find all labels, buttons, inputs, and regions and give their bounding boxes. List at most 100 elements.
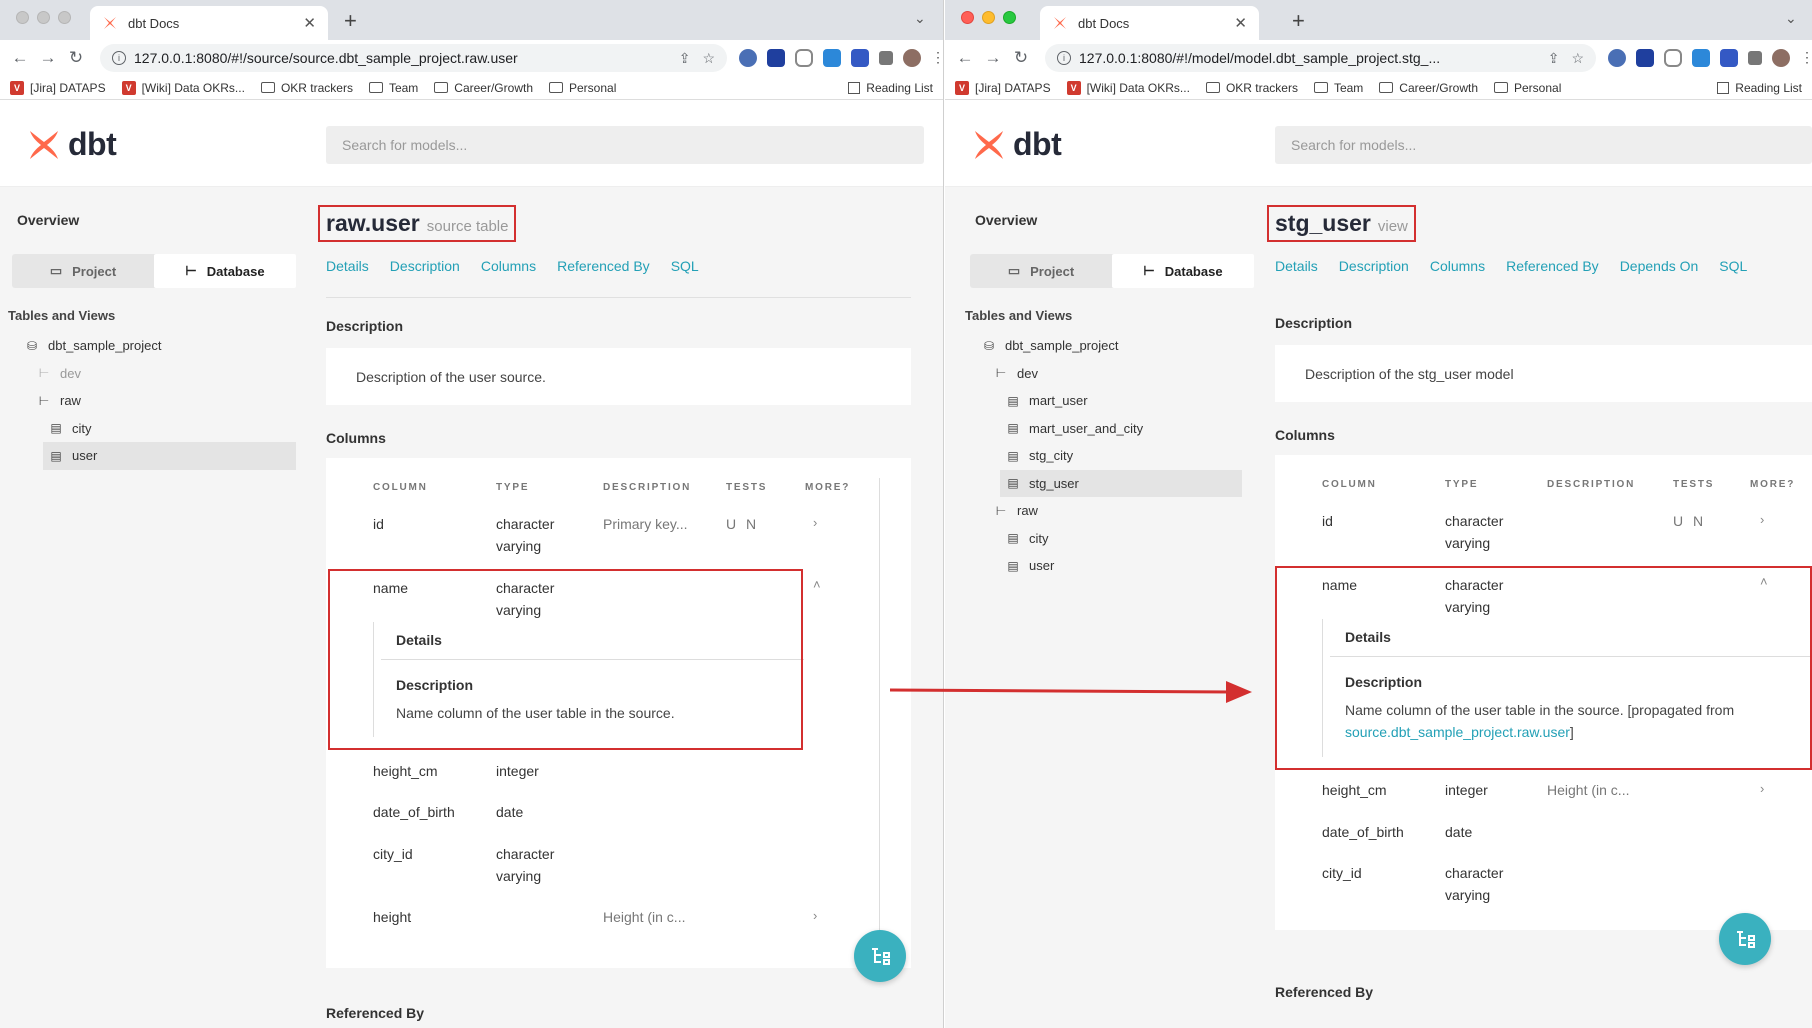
- address-bar[interactable]: i 127.0.0.1:8080/#!/model/model.dbt_samp…: [1045, 44, 1596, 72]
- site-info-icon[interactable]: i: [1057, 51, 1071, 65]
- tree-node-raw[interactable]: ⊢ raw: [0, 387, 300, 415]
- bookmark-star-icon[interactable]: ☆: [1571, 50, 1584, 67]
- scrollbar[interactable]: [879, 478, 880, 968]
- puzzle-icon[interactable]: [1748, 51, 1762, 65]
- nav-description[interactable]: Description: [390, 258, 460, 274]
- project-tab[interactable]: ▭ Project: [12, 254, 154, 288]
- tree-node-user[interactable]: ▤ user: [957, 552, 1257, 580]
- column-name[interactable]: city_id: [1322, 862, 1362, 884]
- bookmark-jira[interactable]: V [Jira] DATAPS: [955, 80, 1051, 95]
- expand-chevron-icon[interactable]: ›: [813, 515, 817, 530]
- bookmark-career[interactable]: Career/Growth: [1379, 81, 1478, 95]
- share-icon[interactable]: ⇪: [679, 50, 691, 67]
- nav-sql[interactable]: SQL: [671, 258, 699, 274]
- close-tab-icon[interactable]: ✕: [1234, 14, 1247, 32]
- bookmark-wiki[interactable]: V [Wiki] Data OKRs...: [1066, 80, 1190, 95]
- column-name[interactable]: date_of_birth: [1322, 821, 1404, 843]
- new-tab-icon[interactable]: +: [1292, 8, 1305, 34]
- bookmark-team[interactable]: Team: [368, 81, 418, 95]
- bitwarden-icon[interactable]: [767, 49, 785, 67]
- bookmark-team[interactable]: Team: [1313, 81, 1363, 95]
- tree-node-mart-user-and-city[interactable]: ▤ mart_user_and_city: [957, 415, 1257, 443]
- extension-icon[interactable]: [1608, 49, 1626, 67]
- extension-icon[interactable]: [1720, 49, 1738, 67]
- database-tab[interactable]: ⊢ Database: [1112, 254, 1254, 288]
- search-input[interactable]: Search for models...: [326, 126, 924, 164]
- column-name[interactable]: id: [373, 513, 384, 535]
- window-controls[interactable]: [16, 11, 71, 24]
- tab-search-icon[interactable]: ⌄: [1785, 10, 1797, 27]
- search-input[interactable]: Search for models...: [1275, 126, 1812, 164]
- bookmark-career[interactable]: Career/Growth: [434, 81, 533, 95]
- bitwarden-icon[interactable]: [1636, 49, 1654, 67]
- dbt-logo[interactable]: dbt: [26, 126, 117, 163]
- menu-icon[interactable]: ⋮: [931, 49, 943, 67]
- column-name[interactable]: height_cm: [373, 760, 438, 782]
- column-name[interactable]: height: [373, 906, 411, 928]
- forward-icon[interactable]: →: [981, 48, 1005, 68]
- collapse-chevron-icon[interactable]: ˄: [813, 577, 821, 592]
- tab-search-icon[interactable]: ⌄: [914, 10, 926, 27]
- bookmark-okr[interactable]: OKR trackers: [260, 81, 353, 95]
- address-bar[interactable]: i 127.0.0.1:8080/#!/source/source.dbt_sa…: [100, 44, 727, 72]
- expand-chevron-icon[interactable]: ›: [813, 908, 817, 923]
- column-name[interactable]: city_id: [373, 843, 413, 865]
- tree-node-mart-user[interactable]: ▤ mart_user: [957, 387, 1257, 415]
- reload-icon[interactable]: ↻: [1009, 48, 1033, 68]
- bookmark-jira[interactable]: V [Jira] DATAPS: [10, 80, 106, 95]
- tree-node-user[interactable]: ▤ user: [43, 442, 296, 470]
- tree-node-db[interactable]: ⛁ dbt_sample_project: [0, 332, 300, 360]
- bookmark-personal[interactable]: Personal: [549, 81, 616, 95]
- overview-link[interactable]: Overview: [975, 212, 1037, 228]
- browser-tab[interactable]: dbt Docs ✕: [1040, 6, 1259, 40]
- tree-node-stg-city[interactable]: ▤ stg_city: [957, 442, 1257, 470]
- forward-icon[interactable]: →: [36, 48, 60, 68]
- lineage-graph-button[interactable]: [1719, 913, 1771, 965]
- close-tab-icon[interactable]: ✕: [303, 14, 316, 32]
- extension-icon[interactable]: [739, 49, 757, 67]
- database-tab[interactable]: ⊢ Database: [154, 254, 296, 288]
- project-tab[interactable]: ▭ Project: [970, 254, 1112, 288]
- avatar[interactable]: [903, 49, 921, 67]
- pocket-icon[interactable]: [1664, 49, 1682, 67]
- expand-chevron-icon[interactable]: ›: [1760, 781, 1764, 796]
- reading-list[interactable]: Reading List: [848, 81, 933, 95]
- nav-columns[interactable]: Columns: [1430, 258, 1485, 274]
- back-icon[interactable]: ←: [8, 48, 32, 68]
- overview-link[interactable]: Overview: [17, 212, 79, 228]
- reading-list[interactable]: Reading List: [1717, 81, 1802, 95]
- bookmark-okr[interactable]: OKR trackers: [1205, 81, 1298, 95]
- lineage-graph-button[interactable]: [854, 930, 906, 982]
- extension-icon[interactable]: [1692, 49, 1710, 67]
- nav-referenced-by[interactable]: Referenced By: [557, 258, 650, 274]
- pocket-icon[interactable]: [795, 49, 813, 67]
- expand-chevron-icon[interactable]: ›: [1760, 512, 1764, 527]
- tree-node-stg-user[interactable]: ▤ stg_user: [1000, 469, 1242, 497]
- column-name[interactable]: id: [1322, 510, 1333, 532]
- nav-description[interactable]: Description: [1339, 258, 1409, 274]
- new-tab-icon[interactable]: +: [344, 8, 357, 34]
- tree-node-city[interactable]: ▤ city: [957, 525, 1257, 553]
- nav-columns[interactable]: Columns: [481, 258, 536, 274]
- browser-tab[interactable]: dbt Docs ✕: [90, 6, 328, 40]
- extension-icon[interactable]: [823, 49, 841, 67]
- menu-icon[interactable]: ⋮: [1800, 49, 1812, 67]
- puzzle-icon[interactable]: [879, 51, 893, 65]
- site-info-icon[interactable]: i: [112, 51, 126, 65]
- dbt-logo[interactable]: dbt: [971, 126, 1062, 163]
- tree-node-dev[interactable]: ⊢ dev: [0, 360, 300, 388]
- nav-details[interactable]: Details: [1275, 258, 1318, 274]
- window-controls[interactable]: [961, 11, 1016, 24]
- column-name[interactable]: date_of_birth: [373, 801, 455, 823]
- nav-details[interactable]: Details: [326, 258, 369, 274]
- reload-icon[interactable]: ↻: [64, 48, 88, 68]
- tree-node-city[interactable]: ▤ city: [0, 415, 300, 443]
- column-name[interactable]: height_cm: [1322, 779, 1387, 801]
- nav-sql[interactable]: SQL: [1719, 258, 1747, 274]
- bookmark-personal[interactable]: Personal: [1494, 81, 1561, 95]
- tree-node-raw[interactable]: ⊢ raw: [957, 497, 1257, 525]
- extension-icon[interactable]: [851, 49, 869, 67]
- tree-node-db[interactable]: ⛁ dbt_sample_project: [957, 332, 1257, 360]
- tree-node-dev[interactable]: ⊢ dev: [957, 360, 1257, 388]
- back-icon[interactable]: ←: [953, 48, 977, 68]
